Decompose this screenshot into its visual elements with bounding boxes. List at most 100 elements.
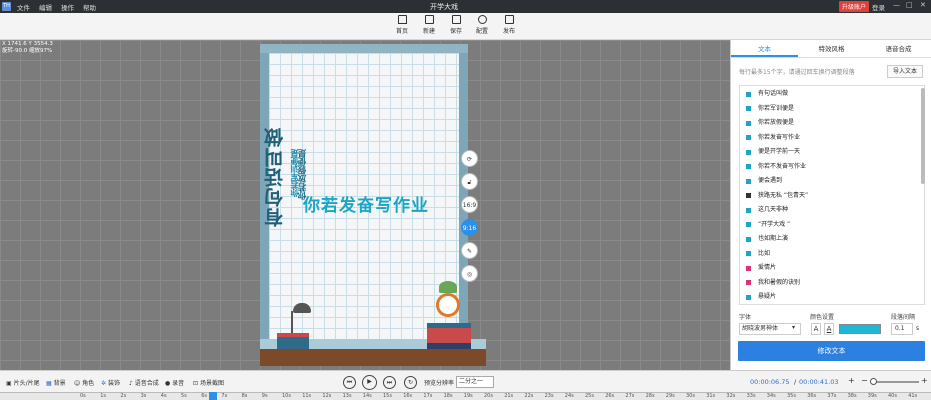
text-line-item[interactable]: 有句话叫做 bbox=[746, 89, 788, 99]
minimize-icon[interactable]: — bbox=[893, 1, 900, 9]
text-line-list[interactable]: 有句话叫做你若军训便是 你若放假便是 你若发奋写作业 便是开学前一天 你若不发奋写作业便… bbox=[739, 85, 925, 305]
spacing-input[interactable]: 0.1 bbox=[891, 323, 913, 335]
text-color-marker bbox=[746, 265, 751, 271]
import-text-button[interactable]: 导入文本 bbox=[887, 65, 923, 78]
ratio-16-9-button[interactable]: 16:9 bbox=[461, 196, 478, 213]
close-icon[interactable]: ✕ bbox=[920, 1, 926, 9]
text-color-swatch[interactable] bbox=[839, 324, 881, 334]
record-button[interactable]: ● 录音 bbox=[165, 378, 184, 387]
menu-edit[interactable]: 编辑 bbox=[39, 2, 52, 12]
upgrade-button[interactable]: 升级账户 bbox=[839, 1, 870, 12]
edit-icon[interactable]: ✎ bbox=[461, 242, 478, 259]
ruler-tick: 38s bbox=[847, 393, 857, 399]
list-scrollbar[interactable] bbox=[921, 88, 925, 184]
background-icon: ▦ bbox=[46, 380, 52, 387]
next-icon[interactable]: ⏭ bbox=[383, 376, 396, 389]
books-illustration-left[interactable] bbox=[277, 333, 309, 349]
books-illustration-right[interactable] bbox=[427, 323, 471, 349]
text-line-item[interactable]: 悬疑片 bbox=[746, 292, 776, 302]
ruler-tick: 27s bbox=[625, 393, 635, 399]
role-button[interactable]: ☺ 角色 bbox=[74, 378, 94, 387]
timeline-ruler[interactable]: 0s 1s 2s 3s 4s 5s 6s 7s 8s 9s 10s 11s 12s 13s 14s 15s 16… bbox=[0, 392, 931, 400]
coordinate-readout: X 1741.6 Y 3554.3 旋转-90.0 缩放97% bbox=[2, 41, 53, 55]
save-button[interactable]: 保存 bbox=[445, 15, 467, 35]
resolution-select[interactable]: 二分之一 bbox=[456, 376, 494, 388]
ruler-tick: 36s bbox=[807, 393, 817, 399]
plant-illustration[interactable] bbox=[439, 281, 457, 293]
total-time: 00:00:41.03 bbox=[799, 378, 839, 386]
publish-label: 发布 bbox=[502, 28, 515, 35]
zoom-out-icon[interactable]: − bbox=[861, 376, 868, 385]
current-time: 00:00:06.75 bbox=[750, 378, 790, 386]
decoration-button[interactable]: ✲ 装饰 bbox=[101, 378, 120, 387]
ruler-tick: 21s bbox=[504, 393, 514, 399]
zoom-plus-icon[interactable]: + bbox=[921, 376, 928, 385]
bold-icon[interactable]: A bbox=[811, 323, 821, 335]
tab-effect-style[interactable]: 特效风格 bbox=[798, 40, 865, 57]
poster-frame[interactable]: 有句话叫做 你若军训便是 你若放假便是 你若发奋写作业 bbox=[260, 44, 486, 366]
home-button[interactable]: 首页 bbox=[391, 15, 413, 35]
new-button[interactable]: 新建 bbox=[418, 15, 440, 35]
text-line-item[interactable]: 也如期上演 bbox=[746, 234, 788, 244]
voice-label: 语音合成 bbox=[134, 380, 159, 387]
timeline-playhead[interactable] bbox=[209, 392, 217, 400]
config-button[interactable]: 配置 bbox=[471, 15, 493, 35]
ruler-tick: 1s bbox=[100, 393, 106, 399]
head-tail-button[interactable]: ▣ 片头/片尾 bbox=[6, 378, 40, 387]
apply-text-button[interactable]: 修改文本 bbox=[738, 341, 925, 361]
text-line-item[interactable]: 你若不发奋写作业 bbox=[746, 162, 806, 172]
text-color-marker bbox=[746, 91, 751, 97]
rotate-icon[interactable]: ⟳ bbox=[461, 150, 478, 167]
decoration-label: 装饰 bbox=[107, 380, 120, 387]
publish-button[interactable]: 发布 bbox=[498, 15, 520, 35]
text-line-item[interactable]: 便会遇到 bbox=[746, 176, 782, 186]
tab-text[interactable]: 文本 bbox=[731, 40, 798, 57]
ruler-tick: 32s bbox=[726, 393, 736, 399]
target-icon[interactable]: ◎ bbox=[461, 265, 478, 282]
ratio-9-16-button[interactable]: 9:16 bbox=[461, 219, 478, 236]
zoom-slider-handle[interactable] bbox=[870, 378, 877, 385]
menu-file[interactable]: 文件 bbox=[17, 2, 30, 12]
ruler-tick: 9s bbox=[261, 393, 268, 399]
text-line-item[interactable]: “开学大戏 ” bbox=[746, 220, 790, 230]
text-line-item[interactable]: 便是开学前一天 bbox=[746, 147, 800, 157]
text-line-item[interactable]: 狭路无私 “包青天” bbox=[746, 191, 808, 201]
zoom-in-icon[interactable]: + bbox=[848, 376, 855, 385]
text-line-item[interactable]: 你若发奋写作业 bbox=[746, 133, 800, 143]
menu-operate[interactable]: 操作 bbox=[61, 2, 74, 12]
text-line-item[interactable]: 比如 bbox=[746, 249, 770, 259]
text-line-item[interactable]: 你若军训便是 bbox=[746, 104, 794, 114]
lock-icon[interactable]: 🔓︎ bbox=[461, 173, 478, 190]
text-line-item[interactable]: 这几天非种 bbox=[746, 205, 788, 215]
alarm-clock-illustration[interactable] bbox=[436, 293, 460, 317]
ruler-tick: 2s bbox=[120, 393, 127, 399]
preview-resolution-label: 预览分辨率 bbox=[424, 380, 455, 387]
ruler-tick: 33s bbox=[746, 393, 756, 399]
text-line-item[interactable]: 爱情片 bbox=[746, 263, 776, 273]
ruler-tick: 12s bbox=[322, 393, 332, 399]
menu-help[interactable]: 帮助 bbox=[83, 2, 96, 12]
background-button[interactable]: ▦ 背景 bbox=[46, 378, 66, 387]
text-color-marker bbox=[746, 164, 751, 169]
text-line-label: 有句话叫做 bbox=[758, 90, 789, 97]
ruler-tick: 24s bbox=[564, 393, 574, 399]
ruler-tick: 18s bbox=[443, 393, 453, 399]
chevron-down-icon[interactable]: ▾ bbox=[792, 324, 795, 331]
text-line-item[interactable]: 你若放假便是 bbox=[746, 118, 794, 128]
text-line-item[interactable]: 我和暑假的诀别 bbox=[746, 278, 800, 288]
poster-main-text[interactable]: 你若发奋写作业 bbox=[303, 191, 429, 216]
ruler-tick: 35s bbox=[787, 393, 796, 399]
previous-icon[interactable]: ⏮ bbox=[343, 376, 356, 389]
loop-icon[interactable]: ↻ bbox=[404, 376, 417, 389]
scene-screenshot-button[interactable]: ⊡ 场景截图 bbox=[193, 378, 224, 387]
maximize-icon[interactable]: □ bbox=[906, 1, 913, 9]
underline-icon[interactable]: A bbox=[824, 323, 834, 335]
voice-synthesis-button[interactable]: ♪ 语音合成 bbox=[129, 378, 159, 387]
zoom-slider-track[interactable] bbox=[874, 381, 919, 383]
play-icon[interactable]: ▶ bbox=[362, 375, 377, 390]
tab-voice-synthesis[interactable]: 语音合成 bbox=[865, 40, 931, 57]
text-color-marker bbox=[746, 251, 751, 256]
lamp-illustration[interactable] bbox=[293, 303, 311, 313]
login-button[interactable]: 登录 bbox=[872, 2, 885, 12]
poster-vertical-title[interactable]: 有句话叫做 bbox=[261, 127, 288, 227]
